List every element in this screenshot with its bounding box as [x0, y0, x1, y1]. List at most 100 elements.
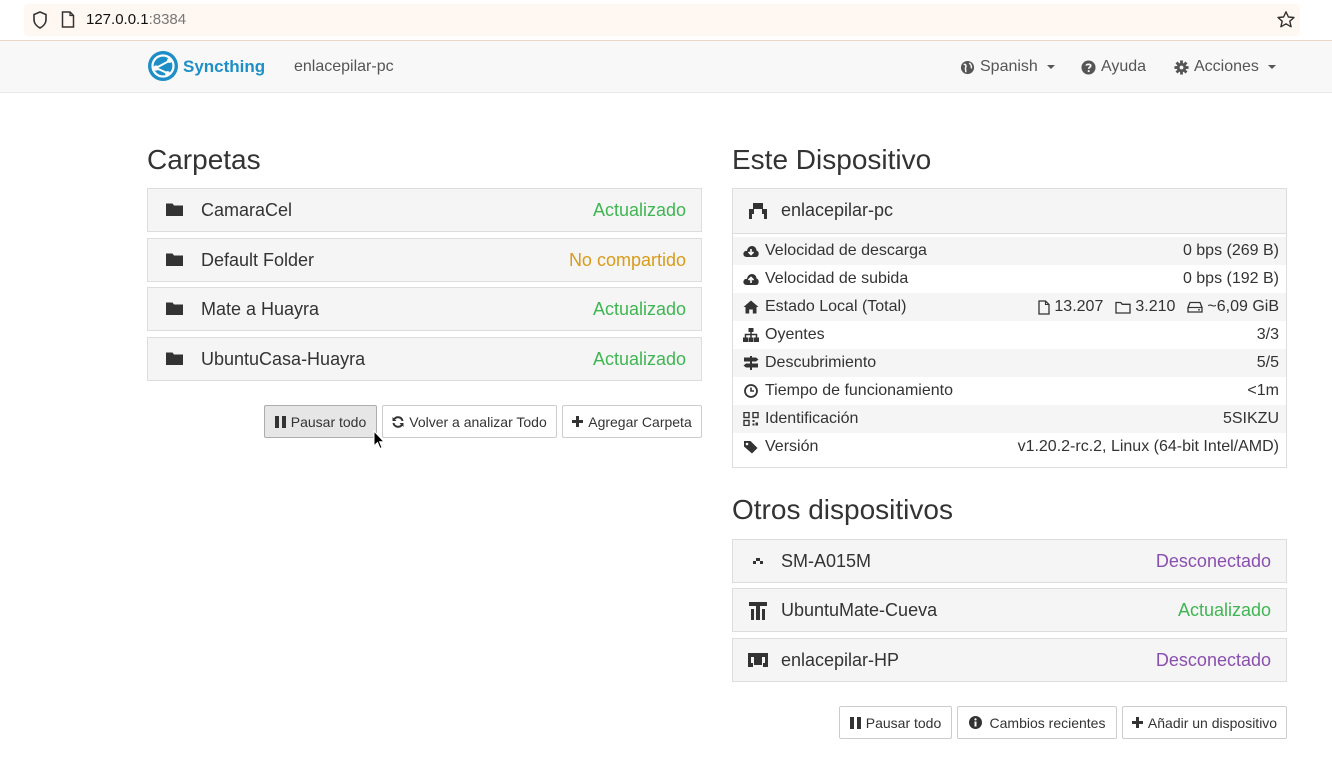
- button-label: Pausar todo: [865, 714, 942, 731]
- device-identicon-icon: [749, 203, 767, 219]
- folder-count: 3.210: [1135, 298, 1176, 315]
- plus-icon: [1131, 717, 1143, 728]
- recent-changes-button[interactable]: Cambios recientes: [957, 706, 1117, 739]
- folder-icon: [166, 203, 183, 216]
- pause-all-devices-button[interactable]: Pausar todo: [839, 706, 952, 739]
- rescan-all-button[interactable]: Volver a analizar Todo: [382, 405, 557, 438]
- url-port: :8384: [148, 11, 187, 28]
- download-rate-row: Velocidad de descarga 0 bps (269 B): [733, 237, 1286, 265]
- folder-panel-default-folder[interactable]: Default Folder No compartido: [147, 238, 702, 282]
- device-identicon-icon: [753, 558, 763, 564]
- clock-icon: [744, 384, 758, 398]
- pause-all-folders-button[interactable]: Pausar todo: [264, 405, 377, 438]
- folder-status: No compartido: [568, 250, 686, 270]
- mouse-cursor-icon: [373, 430, 385, 450]
- caret-down-icon: [1046, 65, 1055, 69]
- help-link[interactable]: Ayuda: [1081, 58, 1146, 76]
- upload-rate-row: Velocidad de subida 0 bps (192 B): [733, 265, 1286, 293]
- row-value: v1.20.2-rc.2, Linux (64-bit Intel/AMD): [1017, 438, 1279, 455]
- question-circle-icon: [1081, 59, 1096, 75]
- version-row: Versión v1.20.2-rc.2, Linux (64-bit Inte…: [733, 433, 1286, 461]
- device-identicon-icon: [749, 602, 767, 620]
- qrcode-icon: [743, 412, 759, 426]
- url-text[interactable]: 127.0.0.1:8384: [86, 11, 186, 28]
- add-device-button[interactable]: Añadir un dispositivo: [1122, 706, 1287, 739]
- row-label: Velocidad de descarga: [765, 242, 927, 259]
- folder-outline-icon: [1115, 301, 1131, 314]
- folder-status: Actualizado: [592, 200, 686, 220]
- row-label: Descubrimiento: [765, 354, 877, 371]
- info-circle-icon: [968, 716, 982, 729]
- row-label: Tiempo de funcionamiento: [765, 382, 953, 399]
- browser-toolbar: 127.0.0.1:8384: [0, 0, 1332, 41]
- folder-name: CamaraCel: [201, 200, 293, 220]
- caret-down-icon: [1267, 65, 1276, 69]
- folders-title: Carpetas: [147, 144, 261, 175]
- local-state-row: Estado Local (Total) 13.207 3.210 ~6,09 …: [733, 293, 1286, 321]
- row-value: 0 bps (192 B): [1182, 270, 1279, 287]
- brand-name[interactable]: Syncthing: [183, 57, 265, 77]
- this-device-name: enlacepilar-pc: [781, 200, 894, 220]
- device-identicon-icon: [748, 653, 768, 667]
- sitemap-icon: [743, 328, 759, 342]
- button-label: Agregar Carpeta: [588, 413, 692, 430]
- this-device-header[interactable]: enlacepilar-pc: [733, 189, 1286, 234]
- identification-row: Identificación 5SIKZU: [733, 405, 1286, 433]
- device-status: Actualizado: [1177, 600, 1271, 620]
- cloud-upload-icon: [743, 274, 759, 285]
- button-label: Cambios recientes: [989, 714, 1106, 731]
- row-label: Estado Local (Total): [765, 298, 907, 315]
- language-dropdown[interactable]: Spanish: [960, 58, 1055, 76]
- device-id-link[interactable]: 5SIKZU: [1223, 410, 1279, 428]
- plus-icon: [572, 416, 584, 427]
- syncthing-logo-icon[interactable]: [147, 50, 179, 82]
- file-count: 13.207: [1054, 298, 1104, 315]
- cloud-download-icon: [743, 246, 759, 257]
- actions-label: Acciones: [1194, 58, 1259, 75]
- row-label: Versión: [765, 438, 819, 455]
- add-folder-button[interactable]: Agregar Carpeta: [562, 405, 702, 438]
- shield-icon[interactable]: [32, 11, 48, 29]
- folder-panel-mate-a-huayra[interactable]: Mate a Huayra Actualizado: [147, 287, 702, 331]
- pause-icon: [274, 415, 286, 428]
- this-device-panel: enlacepilar-pc Velocidad de descarga 0 b…: [732, 188, 1287, 468]
- pause-icon: [849, 716, 861, 729]
- discovery-row: Descubrimiento 5/5: [733, 349, 1286, 377]
- navbar-device-name: enlacepilar-pc: [294, 58, 394, 75]
- url-host: 127.0.0.1: [86, 11, 149, 28]
- local-state-values: 13.207 3.210 ~6,09 GiB: [1038, 298, 1279, 316]
- row-label: Oyentes: [765, 326, 825, 343]
- button-label: Volver a analizar Todo: [409, 413, 547, 430]
- signpost-icon: [743, 356, 759, 370]
- row-label: Identificación: [765, 410, 859, 427]
- device-name: SM-A015M: [781, 551, 872, 571]
- refresh-icon: [392, 415, 404, 428]
- bookmark-star-icon[interactable]: [1276, 10, 1296, 30]
- total-size: ~6,09 GiB: [1207, 298, 1279, 315]
- device-panel-ubuntumate-cueva[interactable]: UbuntuMate-Cueva Actualizado: [732, 588, 1287, 632]
- page-icon: [61, 11, 75, 28]
- actions-dropdown[interactable]: Acciones: [1174, 58, 1276, 76]
- folder-name: UbuntuCasa-Huayra: [201, 349, 366, 369]
- home-icon: [743, 300, 759, 314]
- device-panel-enlacepilar-hp[interactable]: enlacepilar-HP Desconectado: [732, 638, 1287, 682]
- address-bar[interactable]: [24, 4, 1300, 36]
- discovery-value[interactable]: 5/5: [1257, 354, 1279, 372]
- listeners-row: Oyentes 3/3: [733, 321, 1286, 349]
- folder-panel-camaracel[interactable]: CamaraCel Actualizado: [147, 188, 702, 232]
- folder-panel-ubuntucasa-huayra[interactable]: UbuntuCasa-Huayra Actualizado: [147, 337, 702, 381]
- folder-status: Actualizado: [592, 299, 686, 319]
- device-status: Desconectado: [1155, 650, 1271, 670]
- device-name: UbuntuMate-Cueva: [781, 600, 938, 620]
- device-panel-sm-a015m[interactable]: SM-A015M Desconectado: [732, 539, 1287, 583]
- uptime-row: Tiempo de funcionamiento <1m: [733, 377, 1286, 405]
- listeners-value[interactable]: 3/3: [1257, 326, 1279, 344]
- row-label: Velocidad de subida: [765, 270, 909, 287]
- folder-name: Mate a Huayra: [201, 299, 320, 319]
- device-status: Desconectado: [1155, 551, 1271, 571]
- file-icon: [1038, 299, 1051, 315]
- folder-icon: [166, 253, 183, 266]
- button-label: Pausar todo: [290, 413, 367, 430]
- button-label: Añadir un dispositivo: [1147, 714, 1278, 731]
- folder-icon: [166, 302, 183, 315]
